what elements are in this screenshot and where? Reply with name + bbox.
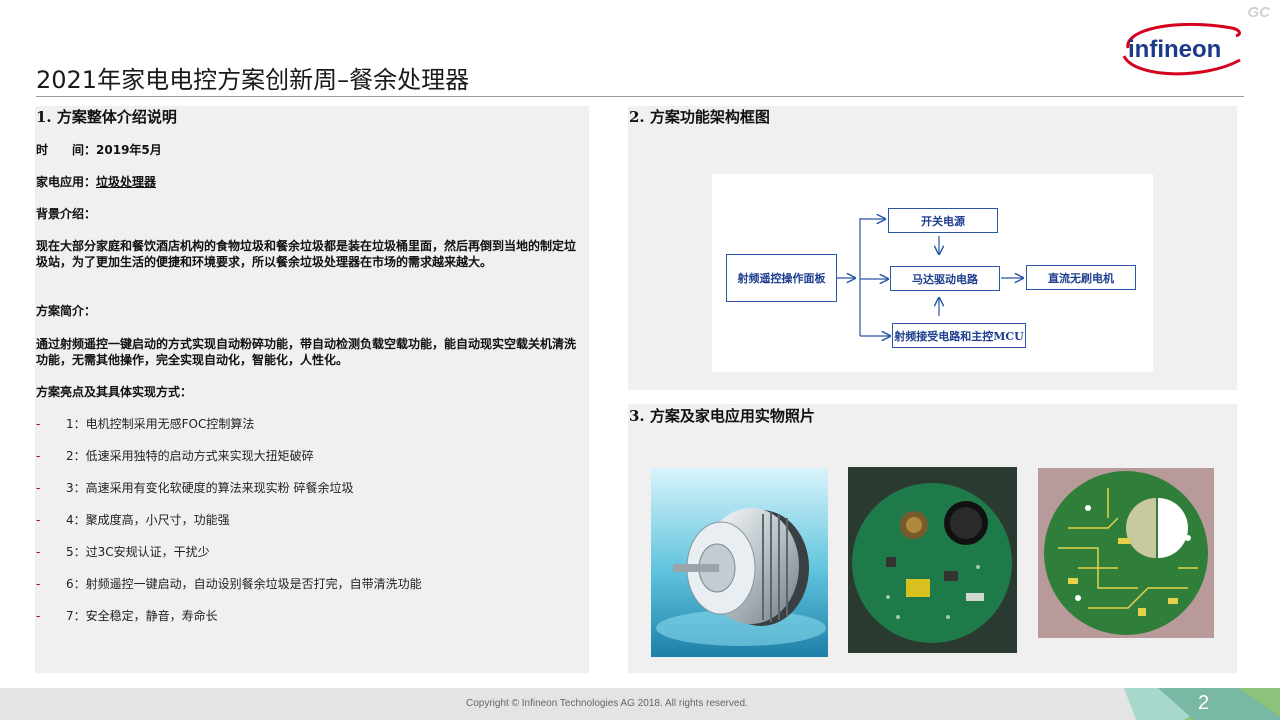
pcb-layout-photo (1038, 468, 1214, 638)
bullet-dash: - (36, 577, 41, 591)
box-motor-drive: 马达驱动电路 (890, 266, 1000, 291)
box-bldc-motor: 直流无刷电机 (1026, 265, 1136, 290)
bullet-text: 1：电机控制采用无感FOC控制算法 (66, 417, 255, 431)
bullet-text: 4：聚成度高，小尺寸，功能强 (66, 513, 230, 527)
title-divider (36, 96, 1244, 97)
intro-text: 通过射频遥控一键启动的方式实现自动粉碎功能，带自动检测负载空载功能，能自动现实空… (36, 337, 577, 367)
watermark: GC (1247, 4, 1271, 21)
bullet-text: 5：过3C安规认证，干扰少 (66, 545, 210, 559)
box-rf-panel: 射频遥控操作面板 (726, 254, 837, 302)
bullet-item: - 4：聚成度高，小尺寸，功能强 (36, 512, 230, 528)
appliance-row: 家电应用：垃圾处理器 (36, 174, 156, 190)
bullet-item: - 2：低速采用独特的启动方式来实现大扭矩破碎 (36, 448, 314, 464)
bullet-item: - 1：电机控制采用无感FOC控制算法 (36, 416, 254, 432)
bullet-item: - 5：过3C安规认证，干扰少 (36, 544, 210, 560)
svg-text:infineon: infineon (1128, 36, 1221, 63)
architecture-diagram: 射频遥控操作面板 开关电源 马达驱动电路 直流无刷电机 射频接受电路和主控MCU (712, 174, 1153, 372)
bullet-dash: - (36, 481, 41, 495)
bullet-item: - 6：射频遥控一键启动，自动设别餐余垃圾是否打完，自带清洗功能 (36, 576, 422, 592)
page-number: 2 (1198, 692, 1210, 714)
time-row: 时 间：2019年5月 (36, 142, 162, 158)
bullet-dash: - (36, 417, 41, 431)
highlights-label: 方案亮点及其具体实现方式： (36, 385, 193, 399)
bullet-text: 3：高速采用有变化软硬度的算法来现实粉 碎餐余垃圾 (66, 481, 354, 495)
box-power: 开关电源 (888, 208, 998, 233)
infineon-logo: infineon (1122, 22, 1241, 76)
bullet-dash: - (36, 449, 41, 463)
section1-heading: 1. 方案整体介绍说明 (36, 108, 177, 126)
section2-heading: 2. 方案功能架构框图 (629, 108, 770, 126)
time-value: 2019年5月 (96, 143, 162, 157)
bullet-text: 6：射频遥控一键启动，自动设别餐余垃圾是否打完，自带清洗功能 (66, 577, 422, 591)
bullet-item: - 7：安全稳定，静音，寿命长 (36, 608, 218, 624)
bullet-text: 7：安全稳定，静音，寿命长 (66, 609, 218, 623)
appliance-value: 垃圾处理器 (96, 175, 157, 189)
page-title: 2021年家电电控方案创新周–餐余处理器 (36, 66, 470, 94)
appliance-label: 家电应用： (36, 175, 97, 189)
motor-photo (651, 468, 828, 657)
copyright-text: Copyright © Infineon Technologies AG 201… (466, 698, 748, 709)
bullet-item: - 3：高速采用有变化软硬度的算法来现实粉 碎餐余垃圾 (36, 480, 353, 496)
background-label: 背景介绍： (36, 207, 97, 221)
bullet-dash: - (36, 545, 41, 559)
bullet-dash: - (36, 609, 41, 623)
control-board-photo (848, 467, 1017, 653)
background-text: 现在大部分家庭和餐饮酒店机构的食物垃圾和餐余垃圾都是装在垃圾桶里面，然后再倒到当… (36, 239, 577, 269)
bullet-text: 2：低速采用独特的启动方式来实现大扭矩破碎 (66, 449, 314, 463)
section3-heading: 3. 方案及家电应用实物照片 (629, 407, 815, 425)
intro-label: 方案简介： (36, 304, 97, 318)
time-label: 时 间： (36, 143, 97, 157)
box-rf-mcu: 射频接受电路和主控MCU (892, 323, 1026, 348)
bullet-dash: - (36, 513, 41, 527)
